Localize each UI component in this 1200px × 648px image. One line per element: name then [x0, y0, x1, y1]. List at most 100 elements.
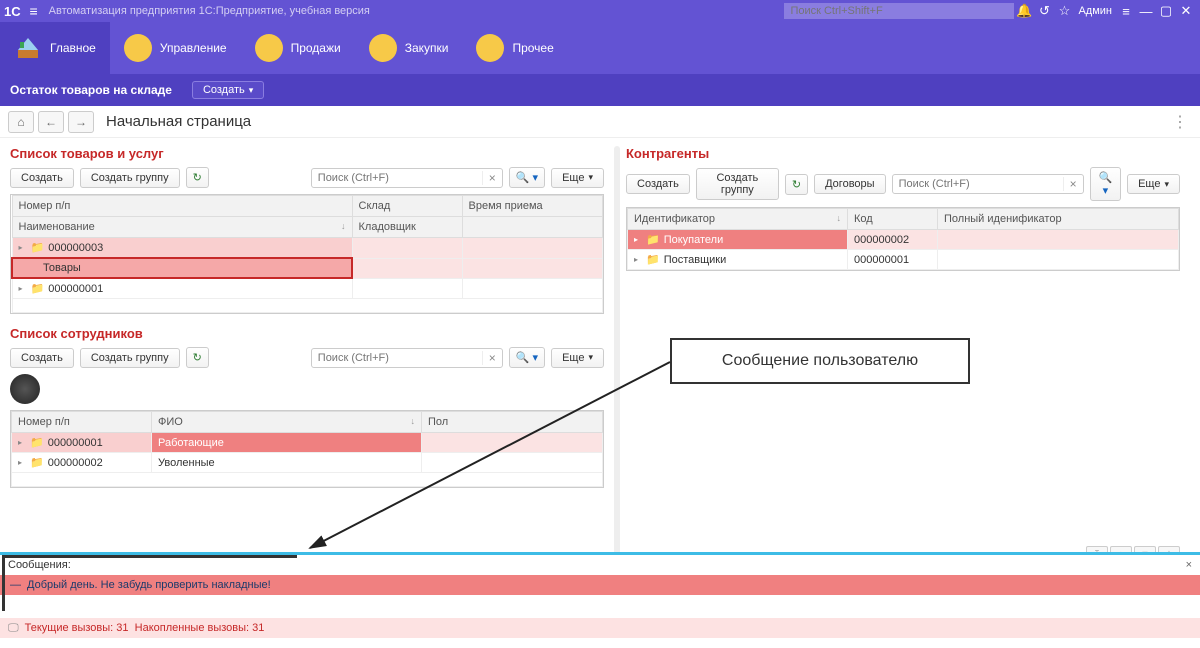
status-current-value: 31: [116, 622, 128, 634]
more-button[interactable]: Еще: [1127, 174, 1180, 194]
messages-panel: Сообщения: × — Добрый день. Не забудь пр…: [0, 555, 1200, 595]
nav-management[interactable]: Управление: [110, 22, 241, 74]
goods-toolbar: Создать Создать группу ↻ × 🔍 ▾ Еще: [10, 167, 604, 188]
nav-sales[interactable]: Продажи: [241, 22, 355, 74]
col-full[interactable]: Полный иденификатор: [938, 209, 1179, 230]
col-time[interactable]: Время приема: [462, 196, 603, 217]
create-button[interactable]: Создать: [10, 348, 74, 368]
table-row[interactable]: ▸📁000000001 Работающие: [12, 433, 603, 453]
breadcrumb-row: ⌂ ← → Начальная страница ⋮: [0, 106, 1200, 138]
app-title: Автоматизация предприятия 1С:Предприятие…: [49, 5, 370, 17]
table-row[interactable]: ▸📁Поставщики 000000001: [628, 250, 1179, 270]
col-num[interactable]: Номер п/п: [12, 196, 352, 217]
search-input[interactable]: [893, 175, 1063, 193]
contragents-toolbar: Создать Создать группу ↻ Договоры × 🔍 ▾ …: [626, 167, 1180, 201]
status-accum-label: Накопленные вызовы:: [135, 622, 249, 634]
history-icon[interactable]: ↺: [1034, 3, 1054, 19]
sort-icon: ↓: [837, 213, 842, 223]
user-label[interactable]: Админ: [1074, 5, 1116, 17]
staff-search[interactable]: ×: [311, 348, 503, 368]
kebab-icon[interactable]: ⋮: [1168, 112, 1192, 132]
contragents-grid[interactable]: Идентификатор↓ Код Полный иденификатор ▸…: [626, 207, 1180, 271]
goods-title: Список товаров и услуг: [10, 146, 604, 161]
goods-grid[interactable]: Номер п/п Склад Время приема Наименовани…: [10, 194, 604, 314]
search-input[interactable]: [312, 349, 482, 367]
create-group-button[interactable]: Создать группу: [696, 168, 779, 200]
avatar-placeholder: [10, 374, 40, 404]
nav-other[interactable]: Прочее: [462, 22, 567, 74]
staff-grid[interactable]: Номер п/п ФИО↓ Пол ▸📁000000001 Работающи…: [10, 410, 604, 488]
right-column: Контрагенты Создать Создать группу ↻ Дог…: [620, 138, 1190, 564]
more-button[interactable]: Еще: [551, 348, 604, 368]
subbar-create-button[interactable]: Создать: [192, 81, 264, 99]
table-row[interactable]: ▸📁000000003: [12, 238, 603, 259]
search-input[interactable]: [312, 169, 482, 187]
col-keeper[interactable]: Кладовщик: [352, 217, 462, 238]
monitor-icon: 🖵: [8, 622, 19, 635]
message-row[interactable]: — Добрый день. Не забудь проверить накла…: [0, 575, 1200, 595]
menu-icon[interactable]: ≡: [25, 3, 43, 19]
col-id[interactable]: Идентификатор↓: [628, 209, 848, 230]
clear-icon[interactable]: ×: [482, 351, 502, 365]
contragents-title: Контрагенты: [626, 146, 1180, 161]
message-text: Добрый день. Не забудь проверить накладн…: [27, 579, 271, 591]
page-title: Начальная страница: [106, 113, 251, 130]
staff-toolbar: Создать Создать группу ↻ × 🔍 ▾ Еще: [10, 347, 604, 368]
nav-label: Главное: [50, 41, 96, 55]
search-button[interactable]: 🔍 ▾: [509, 347, 545, 368]
refresh-icon[interactable]: ↻: [186, 167, 209, 188]
folder-icon: 📁: [646, 253, 660, 266]
nav-purchases[interactable]: Закупки: [355, 22, 463, 74]
create-group-button[interactable]: Создать группу: [80, 168, 180, 188]
contracts-button[interactable]: Договоры: [814, 174, 885, 194]
nav-label: Управление: [160, 41, 227, 55]
messages-header: Сообщения:: [8, 559, 71, 571]
minimize-icon[interactable]: —: [1136, 4, 1156, 19]
create-group-button[interactable]: Создать группу: [80, 348, 180, 368]
clear-icon[interactable]: ×: [482, 171, 502, 185]
col-name[interactable]: Наименование↓: [12, 217, 352, 238]
create-button[interactable]: Создать: [626, 174, 690, 194]
logo: 1C: [4, 4, 21, 19]
table-row[interactable]: ▸📁000000001: [12, 278, 603, 299]
nav-label: Закупки: [405, 41, 449, 55]
refresh-icon[interactable]: ↻: [186, 347, 209, 368]
home-icon: [14, 34, 42, 62]
maximize-icon[interactable]: ▢: [1156, 3, 1176, 19]
col-num[interactable]: Номер п/п: [12, 412, 152, 433]
home-button[interactable]: ⌂: [8, 111, 34, 133]
close-icon[interactable]: ×: [1186, 559, 1192, 571]
contr-search[interactable]: ×: [892, 174, 1084, 194]
titlebar: 1C ≡ Автоматизация предприятия 1С:Предпр…: [0, 0, 1200, 22]
refresh-icon[interactable]: ↻: [785, 174, 808, 195]
left-column: Список товаров и услуг Создать Создать г…: [0, 138, 610, 564]
clear-icon[interactable]: ×: [1063, 177, 1083, 191]
forward-button[interactable]: →: [68, 111, 94, 133]
col-store[interactable]: Склад: [352, 196, 462, 217]
back-button[interactable]: ←: [38, 111, 64, 133]
table-row[interactable]: Товары: [12, 258, 603, 278]
settings-lines-icon[interactable]: ≡: [1116, 4, 1136, 19]
folder-icon: 📁: [30, 436, 44, 449]
subbar-title: Остаток товаров на складе: [10, 83, 172, 97]
col-code[interactable]: Код: [848, 209, 938, 230]
create-button[interactable]: Создать: [10, 168, 74, 188]
table-row[interactable]: ▸📁000000002 Уволенные: [12, 453, 603, 473]
global-search-input[interactable]: [784, 3, 1014, 19]
search-button[interactable]: 🔍 ▾: [509, 167, 545, 188]
nav-main[interactable]: Главное: [0, 22, 110, 74]
col-fio[interactable]: ФИО↓: [152, 412, 422, 433]
goods-search[interactable]: ×: [311, 168, 503, 188]
bell-icon[interactable]: 🔔: [1014, 3, 1034, 19]
search-button[interactable]: 🔍 ▾: [1090, 167, 1122, 201]
column-separator[interactable]: [610, 138, 620, 564]
folder-icon: 📁: [31, 241, 45, 254]
close-icon[interactable]: ✕: [1176, 3, 1196, 19]
callout-text: Сообщение пользователю: [722, 352, 918, 370]
more-button[interactable]: Еще: [551, 168, 604, 188]
star-icon[interactable]: ☆: [1054, 3, 1074, 19]
staff-title: Список сотрудников: [10, 326, 604, 341]
status-accum-value: 31: [252, 622, 264, 634]
table-row[interactable]: ▸📁Покупатели 000000002: [628, 230, 1179, 250]
col-sex[interactable]: Пол: [422, 412, 603, 433]
